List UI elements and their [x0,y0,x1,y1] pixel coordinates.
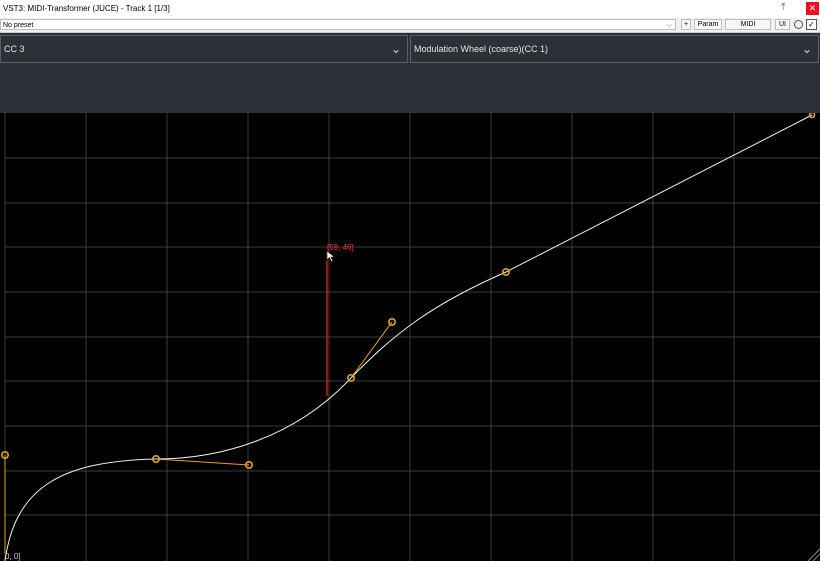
preset-label: No preset [3,22,34,29]
enable-checkbox[interactable]: ✓ [806,19,817,30]
bypass-circle-icon[interactable] [794,20,803,29]
transfer-curve [4,114,813,561]
curve-editor[interactable]: [59, 46] 0, 0] [0,113,820,561]
curve-graph[interactable] [0,113,820,561]
origin-readout: 0, 0] [5,552,21,561]
chevron-down-icon: ⌄ [390,42,401,56]
add-preset-button[interactable]: + [681,19,691,30]
midi-button[interactable]: MIDI [725,19,771,30]
target-cc-label: Modulation Wheel (coarse)(CC 1) [414,44,549,54]
bezier-handles [4,321,393,553]
pin-icon[interactable]: ⤒ [781,2,785,13]
mouse-cursor-icon [326,250,336,263]
target-cc-dropdown[interactable]: Modulation Wheel (coarse)(CC 1) ⌄ [410,35,819,63]
cc-selector-bar: CC 3 ⌄ Modulation Wheel (coarse)(CC 1) ⌄ [0,33,820,113]
preset-select[interactable]: No preset ⌵ [0,19,676,30]
ui-button[interactable]: UI [775,19,790,30]
grid [4,113,820,561]
plugin-toolbar: No preset ⌵ + Param MIDI UI ✓ [0,18,820,33]
chevron-down-icon: ⌵ [666,22,672,29]
close-icon[interactable]: ✕ [806,2,819,15]
window-title: VST3: MIDI-Transformer (JUCE) - Track 1 … [3,4,170,13]
param-button[interactable]: Param [694,19,722,30]
chevron-down-icon: ⌄ [801,42,812,56]
source-cc-dropdown[interactable]: CC 3 ⌄ [0,35,408,63]
title-bar: VST3: MIDI-Transformer (JUCE) - Track 1 … [0,0,820,18]
resize-grip-icon[interactable] [807,548,820,561]
cursor-coordinate-readout: [59, 46] [327,243,354,252]
curve-points[interactable] [0,113,816,469]
source-cc-label: CC 3 [4,44,25,54]
